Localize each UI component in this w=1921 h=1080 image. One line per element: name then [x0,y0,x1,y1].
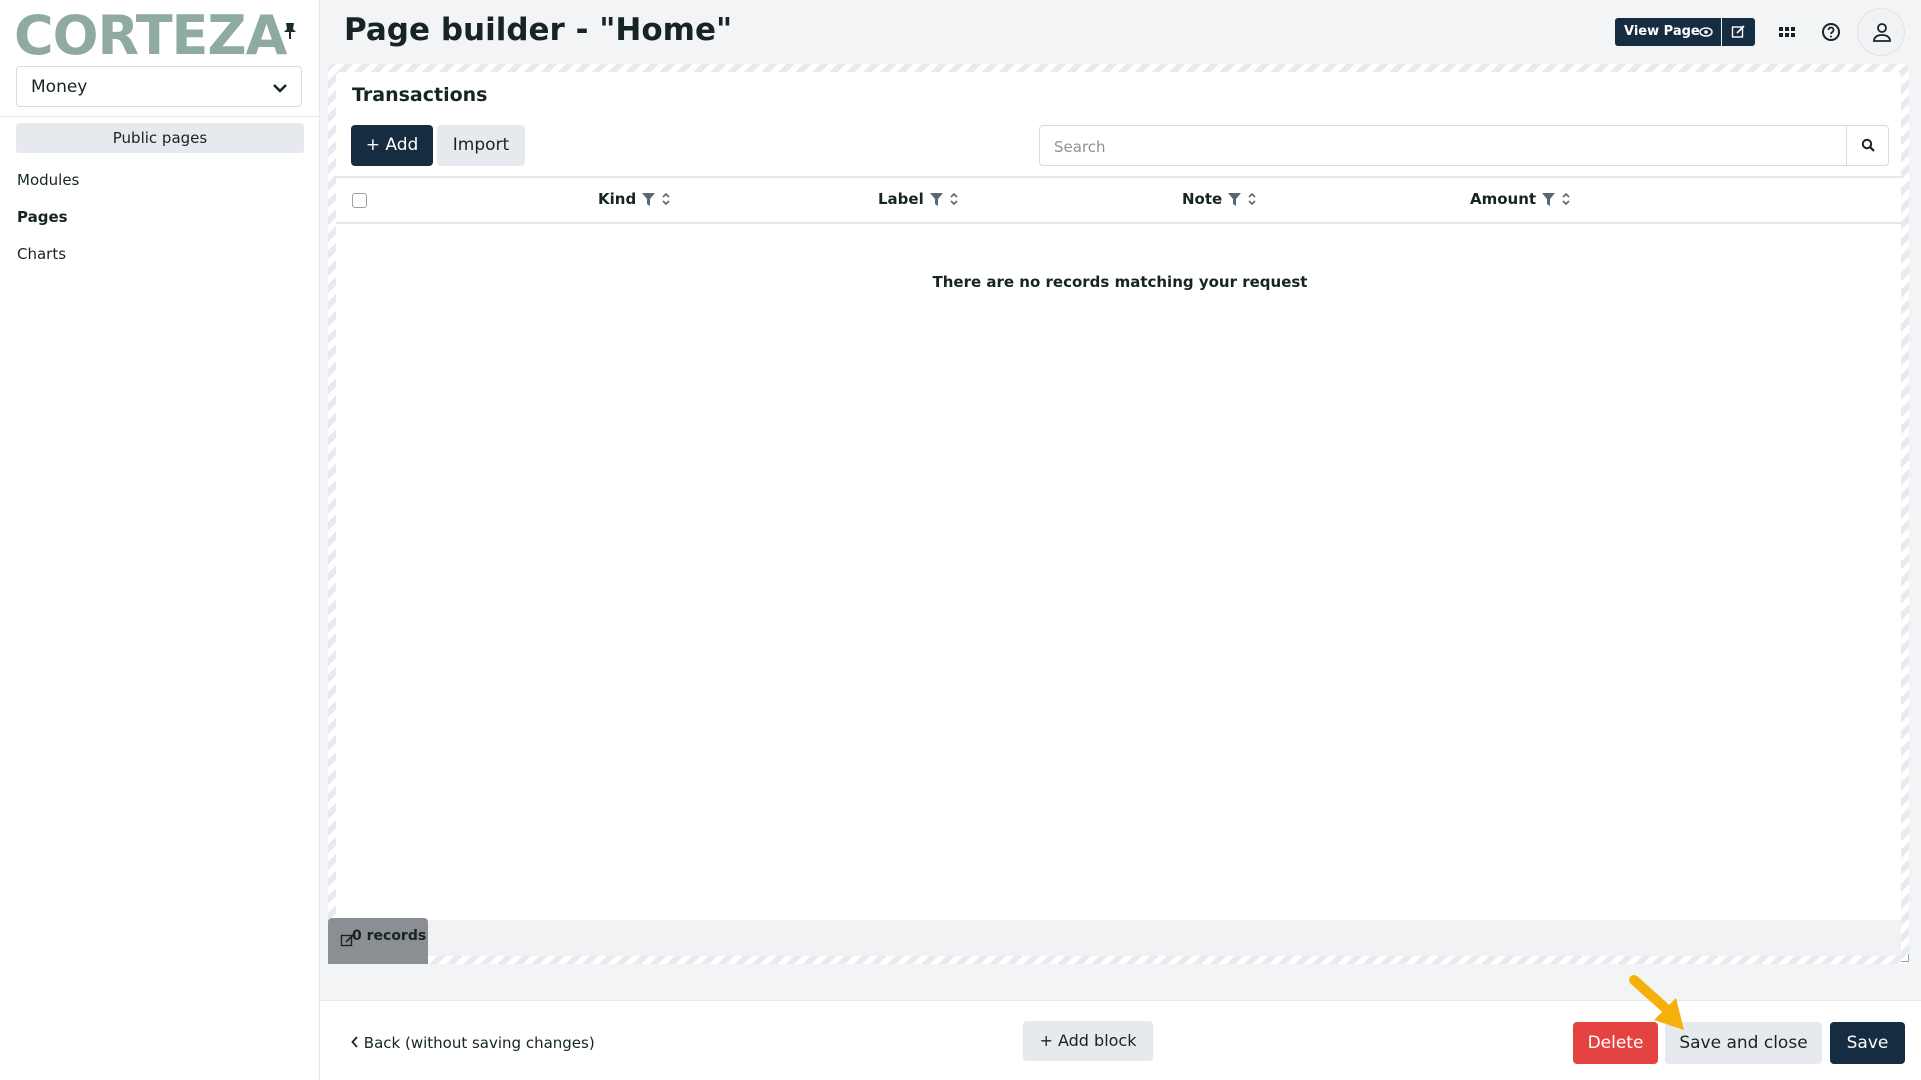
eye-icon [1699,27,1713,37]
view-page-label: View Page [1624,24,1700,39]
filter-icon[interactable] [1542,192,1556,206]
column-label: Kind [598,190,637,208]
filter-icon[interactable] [642,192,656,206]
filter-icon[interactable] [1228,192,1242,206]
column-label: Note [1182,190,1223,208]
search-button[interactable] [1846,126,1888,165]
sort-icon[interactable] [661,192,671,206]
column-label: Amount [1470,190,1537,208]
column-label: Label [878,190,924,208]
add-block-button[interactable]: + Add block [1023,1021,1153,1061]
user-icon [1873,23,1891,42]
sidebar-item-charts[interactable]: Charts [17,245,66,263]
resize-handle[interactable] [1901,954,1909,962]
select-all-checkbox[interactable] [352,193,367,208]
sidebar-divider [0,116,320,117]
back-link[interactable]: Back (without saving changes) [351,1034,595,1052]
add-record-button[interactable]: + Add [351,125,433,166]
back-link-label: Back (without saving changes) [363,1034,595,1052]
import-button[interactable]: Import [437,125,525,166]
search-icon [1861,138,1875,152]
user-menu-button[interactable] [1857,8,1905,56]
pointer-arrow-icon [1629,975,1684,1030]
records-count: 0 records [352,928,427,944]
sidebar-item-pages[interactable]: Pages [17,208,68,226]
edit-page-button[interactable] [1722,18,1755,46]
pin-icon[interactable] [282,22,298,40]
filter-icon[interactable] [929,192,943,206]
view-page-button[interactable]: View Page [1615,18,1721,46]
help-icon[interactable] [1819,20,1843,44]
sidebar-item-modules[interactable]: Modules [17,171,79,189]
namespace-select[interactable]: Money [16,66,302,107]
save-button[interactable]: Save [1830,1022,1905,1064]
corteza-logo[interactable]: CORTEZA [14,4,287,67]
chevron-left-icon [351,1036,358,1048]
block-title: Transactions [352,84,488,106]
column-header-note[interactable]: Note [1182,190,1257,208]
column-header-kind[interactable]: Kind [598,190,671,208]
edit-icon [1731,25,1745,38]
empty-records-message: There are no records matching your reque… [932,273,1308,291]
column-header-label[interactable]: Label [878,190,959,208]
chevron-down-icon [273,84,287,93]
search-input[interactable]: Search [1054,138,1106,156]
sort-icon[interactable] [1561,192,1571,206]
sort-icon[interactable] [949,192,959,206]
page-title: Page builder - "Home" [344,12,733,48]
sort-icon[interactable] [1247,192,1257,206]
sidebar: CORTEZA Money Public pages Modules Pages… [0,0,320,1080]
public-pages-button[interactable]: Public pages [16,123,304,153]
block-footer [336,920,1901,956]
search-field: Search [1039,125,1889,166]
table-header [336,176,1901,224]
column-header-amount[interactable]: Amount [1470,190,1571,208]
namespace-select-value: Money [31,77,88,97]
apps-grid-icon[interactable] [1775,20,1799,44]
